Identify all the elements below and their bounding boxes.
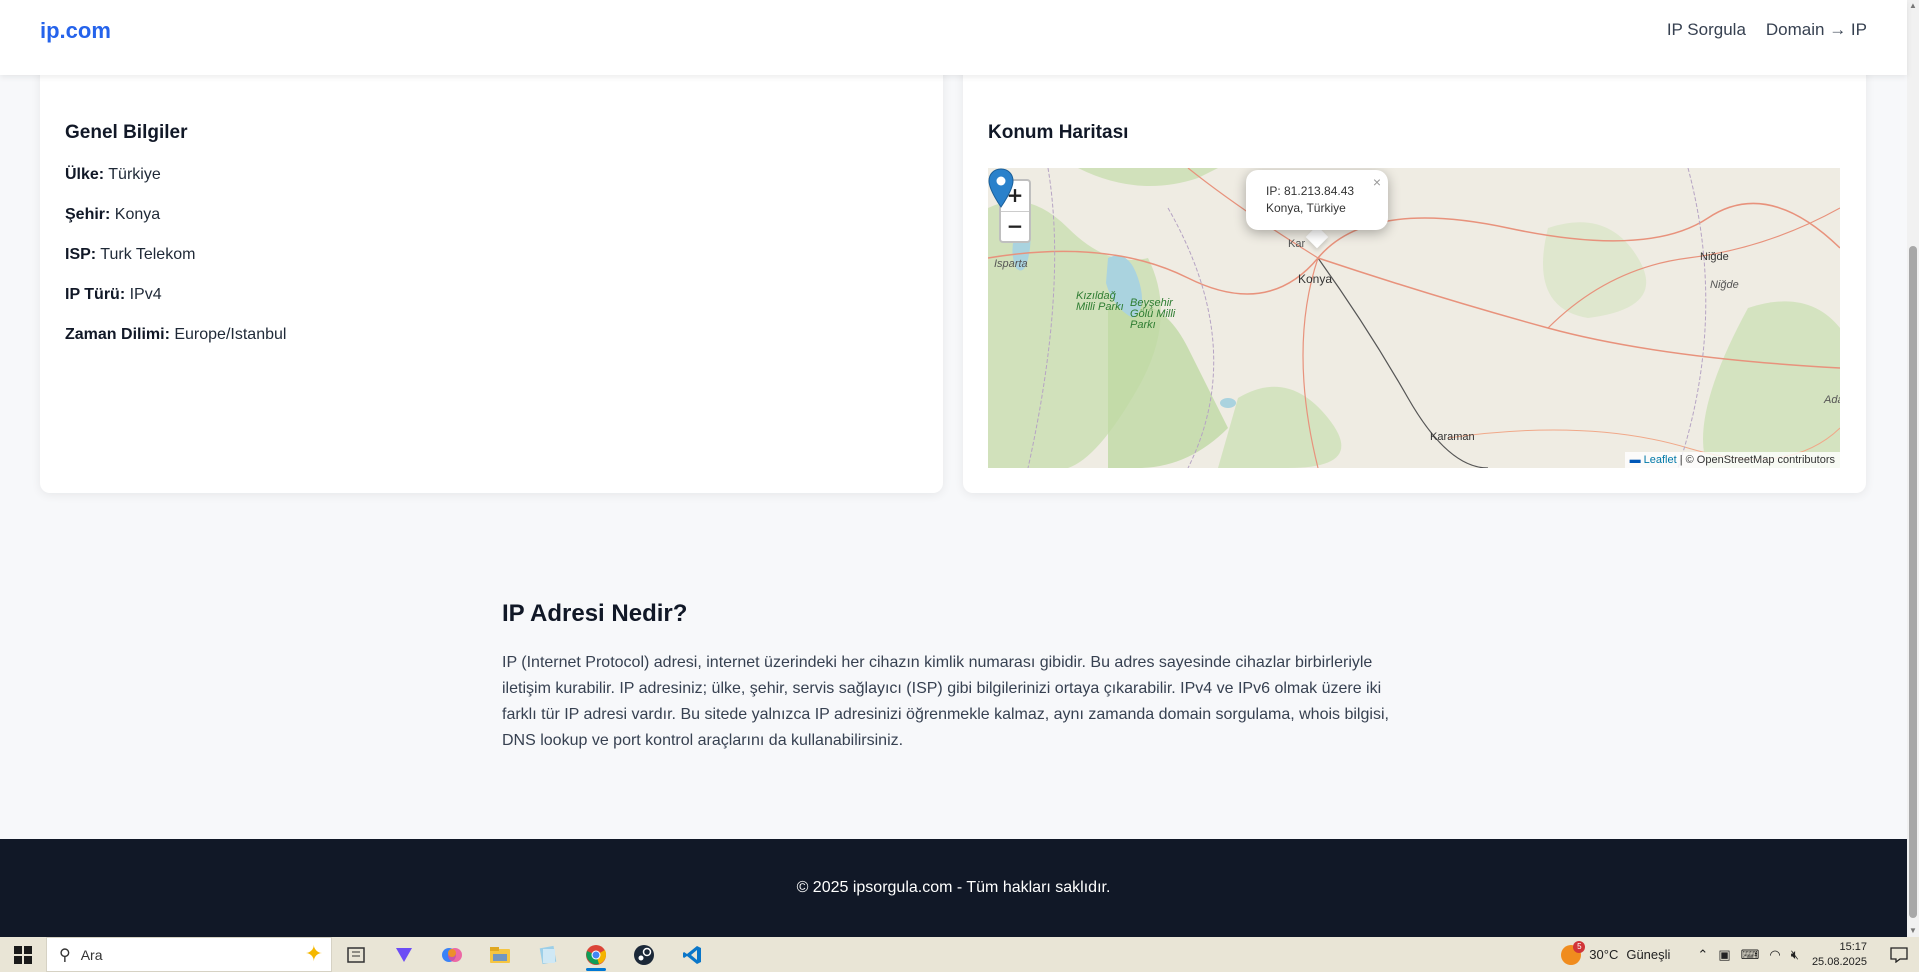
info-row-city: Şehir: Konya: [65, 206, 918, 224]
vscode-icon[interactable]: [668, 937, 716, 972]
info-label: Ülke:: [65, 166, 105, 183]
map-label-nigde-province: Niğde: [1710, 279, 1739, 291]
popup-ip: IP: 81.213.84.43: [1266, 184, 1355, 198]
clock-time: 15:17: [1839, 940, 1867, 953]
footer-copyright: © 2025 ipsorgula.com - Tüm hakları saklı…: [796, 879, 1111, 896]
map-label-kar: Kar: [1288, 238, 1306, 250]
scrollbar-thumb[interactable]: [1909, 246, 1917, 918]
nav-ip-sorgula[interactable]: IP Sorgula: [1667, 20, 1746, 40]
windows-logo-icon: [14, 945, 32, 964]
task-view-icon[interactable]: [332, 937, 380, 972]
nav-domain-to-ip[interactable]: Domain → IP: [1766, 20, 1867, 40]
info-row-timezone: Zaman Dilimi: Europe/Istanbul: [65, 326, 918, 344]
weather-desc: Güneşli: [1626, 947, 1671, 962]
clock-date: 25.08.2025: [1811, 955, 1867, 968]
info-row-isp: ISP: Turk Telekom: [65, 246, 918, 264]
weather-temp: 30°C: [1589, 947, 1619, 962]
map-label-beysehir: Beyşehir Gölü Milli Parkı: [1130, 297, 1176, 331]
about-title: IP Adresi Nedir?: [502, 600, 688, 627]
search-icon: ⚲: [59, 946, 71, 964]
leaflet-map[interactable]: + − Isparta Kızıldağ Milli Parkı Beyşehi…: [988, 168, 1840, 468]
main-nav: IP Sorgula Domain → IP: [1667, 20, 1867, 40]
volume-muted-icon[interactable]: 🔇︎: [1791, 947, 1799, 963]
map-label-konya: Konya: [1298, 272, 1333, 286]
copilot-app-icon[interactable]: [428, 937, 476, 972]
search-placeholder: Ara: [80, 946, 103, 963]
info-label: Zaman Dilimi:: [65, 326, 170, 343]
popup-close-icon[interactable]: ×: [1373, 174, 1381, 191]
info-value: IPv4: [129, 286, 162, 303]
map-attribution: ▬ Leaflet | © OpenStreetMap contributors: [1624, 452, 1840, 468]
general-info-card: Genel Bilgiler Ülke: Türkiye Şehir: Kony…: [40, 62, 943, 493]
windows-taskbar: ⚲ Ara ✦ 5 30°C Güneşli ⌃ ▣ ⌨ ◠ 🔇︎ 15:17 …: [0, 937, 1919, 972]
general-info-title: Genel Bilgiler: [65, 122, 188, 143]
popup-location: Konya, Türkiye: [1266, 201, 1346, 215]
leaflet-link[interactable]: Leaflet: [1644, 454, 1677, 466]
info-row-country: Ülke: Türkiye: [65, 166, 918, 184]
about-section: IP Adresi Nedir? IP (Internet Protocol) …: [502, 600, 1392, 754]
scroll-up-icon[interactable]: ▲: [1907, 0, 1919, 12]
zoom-out-button[interactable]: −: [1001, 211, 1029, 241]
map-marker-icon[interactable]: [988, 168, 1014, 208]
start-button[interactable]: [0, 937, 46, 972]
network-icon[interactable]: ◠: [1769, 947, 1780, 963]
about-text: IP (Internet Protocol) adresi, internet …: [502, 654, 1389, 749]
taskbar-clock[interactable]: 15:17 25.08.2025: [1812, 940, 1867, 970]
info-label: IP Türü:: [65, 286, 126, 303]
language-icon[interactable]: ⌨: [1741, 947, 1760, 963]
taskbar-search-input[interactable]: ⚲ Ara ✦: [46, 937, 332, 972]
show-hidden-icons-icon[interactable]: ⌃: [1697, 947, 1708, 963]
copilot-sparkle-icon: ✦: [304, 941, 323, 966]
map-label-ada: Ada: [1824, 394, 1840, 406]
info-value: Europe/Istanbul: [174, 326, 287, 343]
weather-sun-icon: 5: [1561, 940, 1586, 965]
map-popup: × IP: 81.213.84.43 Konya, Türkiye: [1246, 170, 1388, 230]
weather-widget[interactable]: 5 30°C Güneşli: [1561, 940, 1671, 965]
notification-center-icon[interactable]: [1879, 937, 1919, 972]
chrome-icon[interactable]: [572, 937, 620, 972]
info-label: Şehir:: [65, 206, 111, 223]
site-footer: © 2025 ipsorgula.com - Tüm hakları saklı…: [0, 839, 1907, 937]
brand-logo[interactable]: ip.com: [40, 18, 111, 44]
system-tray: 5 30°C Güneşli ⌃ ▣ ⌨ ◠ 🔇︎ 15:17 25.08.20…: [1561, 937, 1919, 972]
browser-viewport: ip.com IP Sorgula Domain → IP Genel Bilg…: [0, 0, 1919, 937]
site-header: ip.com IP Sorgula Domain → IP: [0, 0, 1907, 75]
steam-icon[interactable]: [620, 937, 668, 972]
file-explorer-icon[interactable]: [476, 937, 524, 972]
info-value: Konya: [114, 206, 161, 223]
map-label-isparta: Isparta: [994, 258, 1028, 270]
info-label: ISP:: [65, 246, 97, 263]
weather-badge: 5: [1573, 940, 1586, 953]
location-map-card: Konum Haritası + − Isparta Kızıldağ Mill…: [963, 62, 1866, 493]
scroll-down-icon[interactable]: ▼: [1907, 925, 1919, 937]
map-label-kizildag: Kızıldağ Milli Parkı: [1076, 290, 1124, 313]
info-value: Turk Telekom: [100, 246, 196, 263]
map-tiles: [988, 168, 1840, 468]
osm-attribution: | © OpenStreetMap contributors: [1676, 454, 1835, 466]
app-vpn-icon[interactable]: [380, 937, 428, 972]
info-row-ip-type: IP Türü: IPv4: [65, 286, 918, 304]
meet-now-icon[interactable]: ▣: [1718, 947, 1730, 963]
info-value: Türkiye: [108, 166, 161, 183]
map-title: Konum Haritası: [988, 122, 1129, 143]
map-label-nigde: Niğde: [1700, 251, 1729, 263]
map-label-karaman: Karaman: [1430, 431, 1475, 443]
page-scrollbar[interactable]: ▲ ▼: [1907, 0, 1919, 937]
notes-app-icon[interactable]: [524, 937, 572, 972]
